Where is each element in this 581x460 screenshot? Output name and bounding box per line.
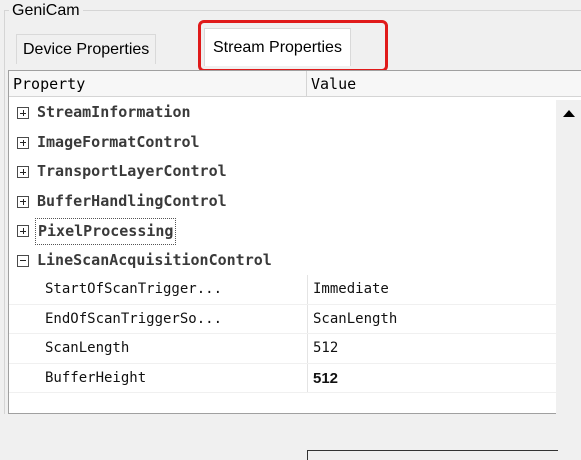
category-label: StreamInformation <box>37 103 191 121</box>
property-name: ScanLength <box>45 340 130 356</box>
property-row-start-of-scan-trigger[interactable]: StartOfScanTrigger... Immediate <box>9 275 557 305</box>
property-value[interactable]: 512 <box>307 363 557 392</box>
plus-icon[interactable] <box>17 136 29 149</box>
property-row-end-of-scan-trigger[interactable]: EndOfScanTriggerSo... ScanLength <box>9 304 557 334</box>
property-row-scan-length[interactable]: ScanLength 512 <box>9 334 557 364</box>
property-value[interactable]: ScanLength <box>307 304 557 333</box>
category-row-buffer-handling-control[interactable]: BufferHandlingControl <box>9 187 557 217</box>
genicam-panel: GeniCam Device Properties Stream Propert… <box>0 0 581 460</box>
category-row-image-format-control[interactable]: ImageFormatControl <box>9 128 557 158</box>
plus-icon[interactable] <box>17 225 29 237</box>
value-edit-box[interactable] <box>307 450 558 460</box>
grid-header: Property Value <box>9 71 581 97</box>
category-label: TransportLayerControl <box>37 162 227 180</box>
grid-rows: StreamInformation ImageFormatControl Tra… <box>9 98 557 393</box>
category-label: LineScanAcquisitionControl <box>37 250 272 269</box>
property-row-buffer-height[interactable]: BufferHeight 512 <box>9 363 557 393</box>
header-value[interactable]: Value <box>307 71 581 97</box>
property-value[interactable]: 512 <box>307 334 557 363</box>
groupbox-border-left <box>4 10 5 414</box>
vertical-scrollbar[interactable] <box>556 100 581 414</box>
property-name: EndOfScanTriggerSo... <box>45 310 223 327</box>
plus-icon[interactable] <box>17 195 29 208</box>
header-property[interactable]: Property <box>9 71 307 97</box>
category-row-transport-layer-control[interactable]: TransportLayerControl <box>9 157 557 187</box>
property-grid: Property Value StreamInformation ImageFo… <box>8 70 581 460</box>
tab-highlight-annotation <box>198 20 388 72</box>
category-label: ImageFormatControl <box>37 132 200 151</box>
scroll-up-button[interactable] <box>556 100 581 126</box>
category-row-line-scan-acquisition-control[interactable]: LineScanAcquisitionControl <box>9 246 557 276</box>
category-row-pixel-processing[interactable]: PixelProcessing <box>9 216 557 246</box>
category-label: BufferHandlingControl <box>37 191 227 210</box>
groupbox-border <box>4 10 581 11</box>
plus-icon[interactable] <box>17 166 29 178</box>
minus-icon[interactable] <box>17 254 29 267</box>
groupbox-title: GeniCam <box>9 2 83 20</box>
property-name: BufferHeight <box>45 369 147 386</box>
arrow-up-icon <box>562 109 575 117</box>
category-row-stream-information[interactable]: StreamInformation <box>9 98 557 128</box>
plus-icon[interactable] <box>17 107 29 119</box>
property-name: StartOfScanTrigger... <box>45 281 223 297</box>
property-value[interactable]: Immediate <box>307 275 557 304</box>
category-label: PixelProcessing <box>35 218 177 245</box>
tab-device-properties[interactable]: Device Properties <box>16 34 157 64</box>
